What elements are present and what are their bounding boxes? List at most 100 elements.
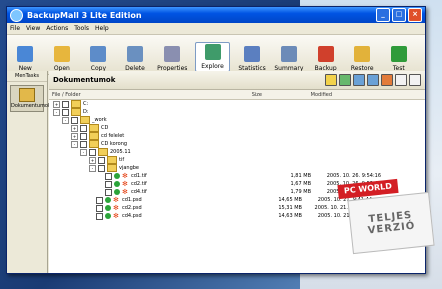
checkbox[interactable] [62, 108, 69, 116]
toolbar-restore-button[interactable]: Restore [348, 46, 377, 72]
tree-name-cell: ✻ cd4.psd [49, 211, 257, 220]
help-icon[interactable] [409, 74, 421, 86]
checkbox[interactable] [96, 212, 103, 220]
toolbar-statistics-button[interactable]: Statistics [238, 46, 267, 72]
expand-icon[interactable]: + [71, 124, 78, 132]
tree-row[interactable]: - 2005.11 [49, 148, 425, 156]
toolbar-properties-button[interactable]: Properties [157, 46, 187, 72]
checkbox[interactable] [105, 180, 112, 188]
blue-icon[interactable] [353, 74, 365, 86]
tree-label: cd2.psd [122, 205, 142, 211]
menu-help[interactable]: Help [95, 25, 109, 32]
sidebar-item-dokumentumok[interactable]: Dokumentumok [10, 85, 51, 112]
column-header: File / Folder Size Modified [49, 90, 425, 100]
tree-row[interactable]: + CD [49, 124, 425, 132]
promo-badge: TELJES VERZIÓ [347, 191, 435, 255]
column-file[interactable]: File / Folder [49, 92, 217, 98]
tree-row[interactable]: - _work [49, 116, 425, 124]
tree-label: vjangbe [119, 165, 140, 171]
new-icon [17, 46, 34, 62]
menu-actions[interactable]: Actions [46, 25, 68, 32]
expand-icon[interactable]: - [62, 116, 69, 124]
add-icon[interactable] [325, 74, 337, 86]
green-icon[interactable] [339, 74, 351, 86]
file-icon: ✻ [113, 211, 119, 220]
tree-name-cell: + tif [49, 156, 257, 164]
status-icon [114, 173, 120, 179]
expand-icon[interactable]: + [71, 132, 78, 140]
checkbox[interactable] [98, 156, 105, 164]
expand-icon[interactable]: + [89, 156, 96, 164]
tree-label: cd4.tif [131, 189, 147, 195]
tree-name-cell: ✻ cd2.tif [49, 180, 266, 188]
options-icon[interactable] [395, 74, 407, 86]
summary-icon [280, 46, 297, 62]
toolbar-test-button[interactable]: Test [385, 46, 414, 72]
tree-row[interactable]: - CD korong [49, 140, 425, 148]
toolbar-copy-button[interactable]: Copy [84, 46, 113, 72]
tree-row[interactable]: - vjangbe [49, 164, 425, 172]
expand-icon[interactable]: - [89, 164, 96, 172]
toolbar-new-button[interactable]: New [11, 46, 40, 72]
tree-row[interactable]: - D: [49, 108, 425, 116]
tree-label: cd felelet [101, 133, 125, 139]
tree-label: cd1.tif [131, 173, 147, 179]
size-cell: 1,81 MB [290, 173, 311, 179]
checkbox[interactable] [98, 164, 105, 172]
open-icon [53, 46, 70, 62]
expand-icon[interactable]: - [53, 108, 60, 116]
menu-view[interactable]: View [26, 25, 40, 32]
minimize-button[interactable]: _ [376, 8, 390, 22]
status-icon [105, 197, 111, 203]
menu-file[interactable]: File [10, 25, 20, 32]
checkbox[interactable] [80, 132, 87, 140]
restore-icon [354, 46, 371, 62]
tree-row[interactable]: + tif [49, 156, 425, 164]
sidebar: MenTasks Dokumentumok [7, 71, 51, 273]
tree-row[interactable]: + C: [49, 100, 425, 108]
blue2-icon[interactable] [367, 74, 379, 86]
checkbox[interactable] [96, 196, 103, 204]
tree-label: CD korong [101, 141, 128, 147]
remove-icon[interactable] [381, 74, 393, 86]
column-modified[interactable]: Modified [262, 92, 332, 98]
tree-label: 2005.11 [110, 149, 131, 155]
expand-icon[interactable]: - [71, 140, 78, 148]
toolbar-backup-button[interactable]: Backup [311, 46, 340, 72]
maximize-button[interactable]: □ [392, 8, 406, 22]
checkbox[interactable] [89, 148, 96, 156]
checkbox[interactable] [105, 188, 112, 196]
expand-icon[interactable]: - [80, 148, 87, 156]
checkbox[interactable] [80, 124, 87, 132]
test-icon [390, 46, 407, 62]
checkbox[interactable] [62, 100, 69, 108]
file-icon: ✻ [122, 171, 128, 180]
folder-icon [80, 116, 90, 124]
checkbox[interactable] [105, 172, 112, 180]
toolbar-summary-button[interactable]: Summary [274, 46, 303, 72]
toolbar-explore-button[interactable]: Explore [195, 42, 230, 72]
folder-icon [71, 108, 81, 116]
column-size[interactable]: Size [217, 92, 262, 98]
checkbox[interactable] [80, 140, 87, 148]
tree-name-cell: ✻ cd1.tif [49, 171, 266, 180]
folder-icon [89, 140, 99, 148]
tree-label: cd4.psd [122, 213, 142, 219]
expand-icon[interactable]: + [53, 100, 60, 108]
toolbar-open-button[interactable]: Open [48, 46, 77, 72]
checkbox[interactable] [96, 204, 103, 212]
tree-name-cell: ✻ cd2.psd [49, 204, 257, 212]
tree-row[interactable]: ✻ cd1.tif 1,81 MB 2005. 10. 26. 9:54:16 [49, 172, 425, 180]
folder-icon [71, 100, 81, 108]
folder-icon [89, 124, 99, 132]
tree-name-cell: - CD korong [49, 140, 239, 148]
tree-name-cell: - D: [49, 108, 221, 116]
size-cell: 14,63 MB [278, 213, 302, 219]
checkbox[interactable] [71, 116, 78, 124]
close-button[interactable]: × [408, 8, 422, 22]
tree-label: D: [83, 109, 89, 115]
menu-tools[interactable]: Tools [74, 25, 89, 32]
tree-label: _work [92, 117, 107, 123]
toolbar-delete-button[interactable]: Delete [121, 46, 150, 72]
tree-row[interactable]: + cd felelet [49, 132, 425, 140]
